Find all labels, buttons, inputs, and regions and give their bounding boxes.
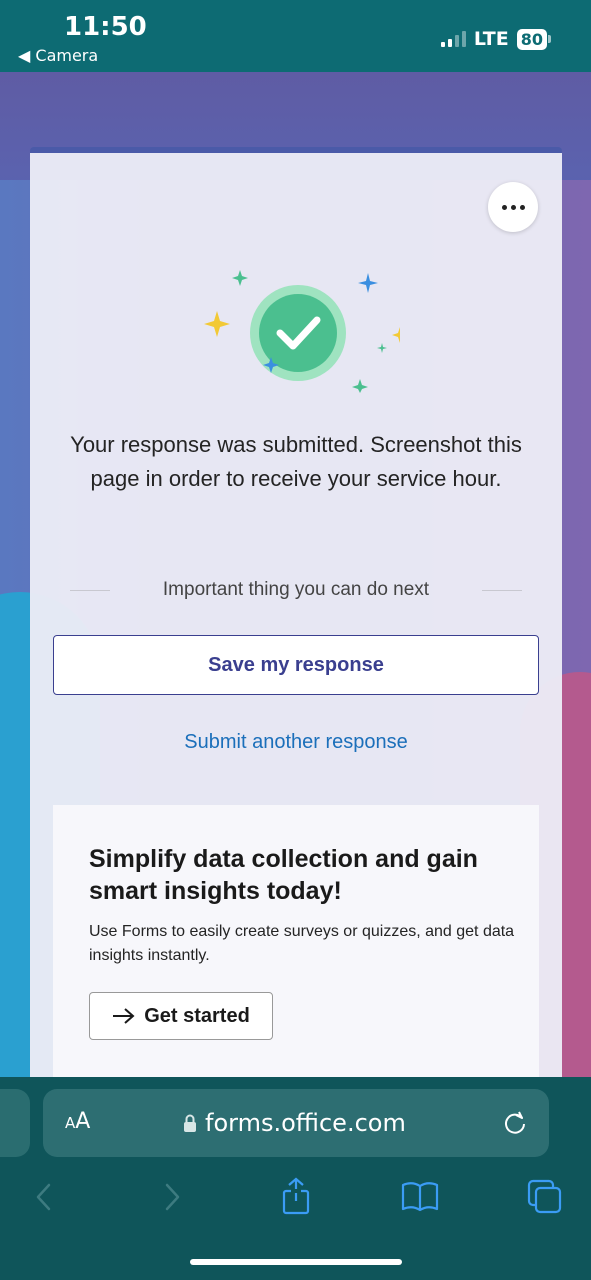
sparkle-icon — [358, 273, 378, 293]
browser-nav-row — [0, 1177, 591, 1217]
browser-toolbar: AA forms.office.com — [0, 1077, 591, 1280]
share-icon[interactable] — [276, 1177, 316, 1217]
home-indicator[interactable] — [190, 1259, 402, 1265]
status-time: 11:50 — [64, 12, 147, 42]
battery-icon: 80 — [516, 28, 551, 50]
lock-icon — [184, 1114, 196, 1132]
network-label: LTE — [473, 28, 509, 50]
address-bar[interactable]: AA forms.office.com — [43, 1089, 549, 1157]
more-icon — [501, 204, 507, 210]
page-settings-button[interactable]: AA — [65, 1109, 90, 1134]
url-text: forms.office.com — [205, 1109, 406, 1137]
forward-icon[interactable] — [152, 1177, 192, 1217]
confirmation-card: Your response was submitted. Screenshot … — [30, 147, 562, 1095]
sparkle-icon — [377, 343, 387, 353]
aa-small: A — [65, 1114, 76, 1132]
promo-panel: Simplify data collection and gain smart … — [53, 805, 539, 1095]
status-bar: 11:50 ◀ Camera LTE 80 — [0, 0, 591, 72]
tabs-icon[interactable] — [525, 1177, 565, 1217]
more-options-button[interactable] — [488, 182, 538, 232]
promo-title: Simplify data collection and gain smart … — [89, 845, 478, 905]
divider-line-left — [70, 589, 110, 591]
bookmarks-icon[interactable] — [400, 1177, 440, 1217]
url-display[interactable]: forms.office.com — [183, 1109, 406, 1137]
submission-message: Your response was submitted. Screenshot … — [70, 432, 522, 491]
get-started-button[interactable]: Get started — [89, 992, 273, 1040]
aa-large: A — [75, 1109, 91, 1134]
status-indicators: LTE 80 — [440, 28, 551, 50]
signal-icon — [440, 31, 466, 47]
sparkle-icon — [392, 327, 400, 343]
save-response-button[interactable]: Save my response — [53, 635, 539, 695]
sparkle-icon — [352, 379, 368, 393]
back-to-camera-link[interactable]: ◀ Camera — [18, 46, 98, 65]
success-illustration — [204, 270, 400, 393]
next-steps-heading: Important thing you can do next — [162, 579, 430, 600]
promo-description: Use Forms to easily create surveys or qu… — [89, 923, 515, 964]
sparkle-icon — [232, 270, 248, 286]
battery-tip — [548, 35, 551, 43]
back-icon[interactable] — [24, 1177, 64, 1217]
arrow-right-icon — [113, 1008, 135, 1024]
next-steps-divider: Important thing you can do next — [70, 579, 522, 601]
divider-line-right — [482, 589, 522, 591]
sparkle-icon — [204, 311, 230, 337]
previous-tab-preview[interactable] — [0, 1089, 30, 1157]
get-started-label: Get started — [144, 1004, 250, 1027]
reload-icon[interactable] — [501, 1109, 529, 1137]
battery-level: 80 — [516, 28, 547, 50]
submit-another-response-link[interactable]: Submit another response — [30, 731, 562, 754]
